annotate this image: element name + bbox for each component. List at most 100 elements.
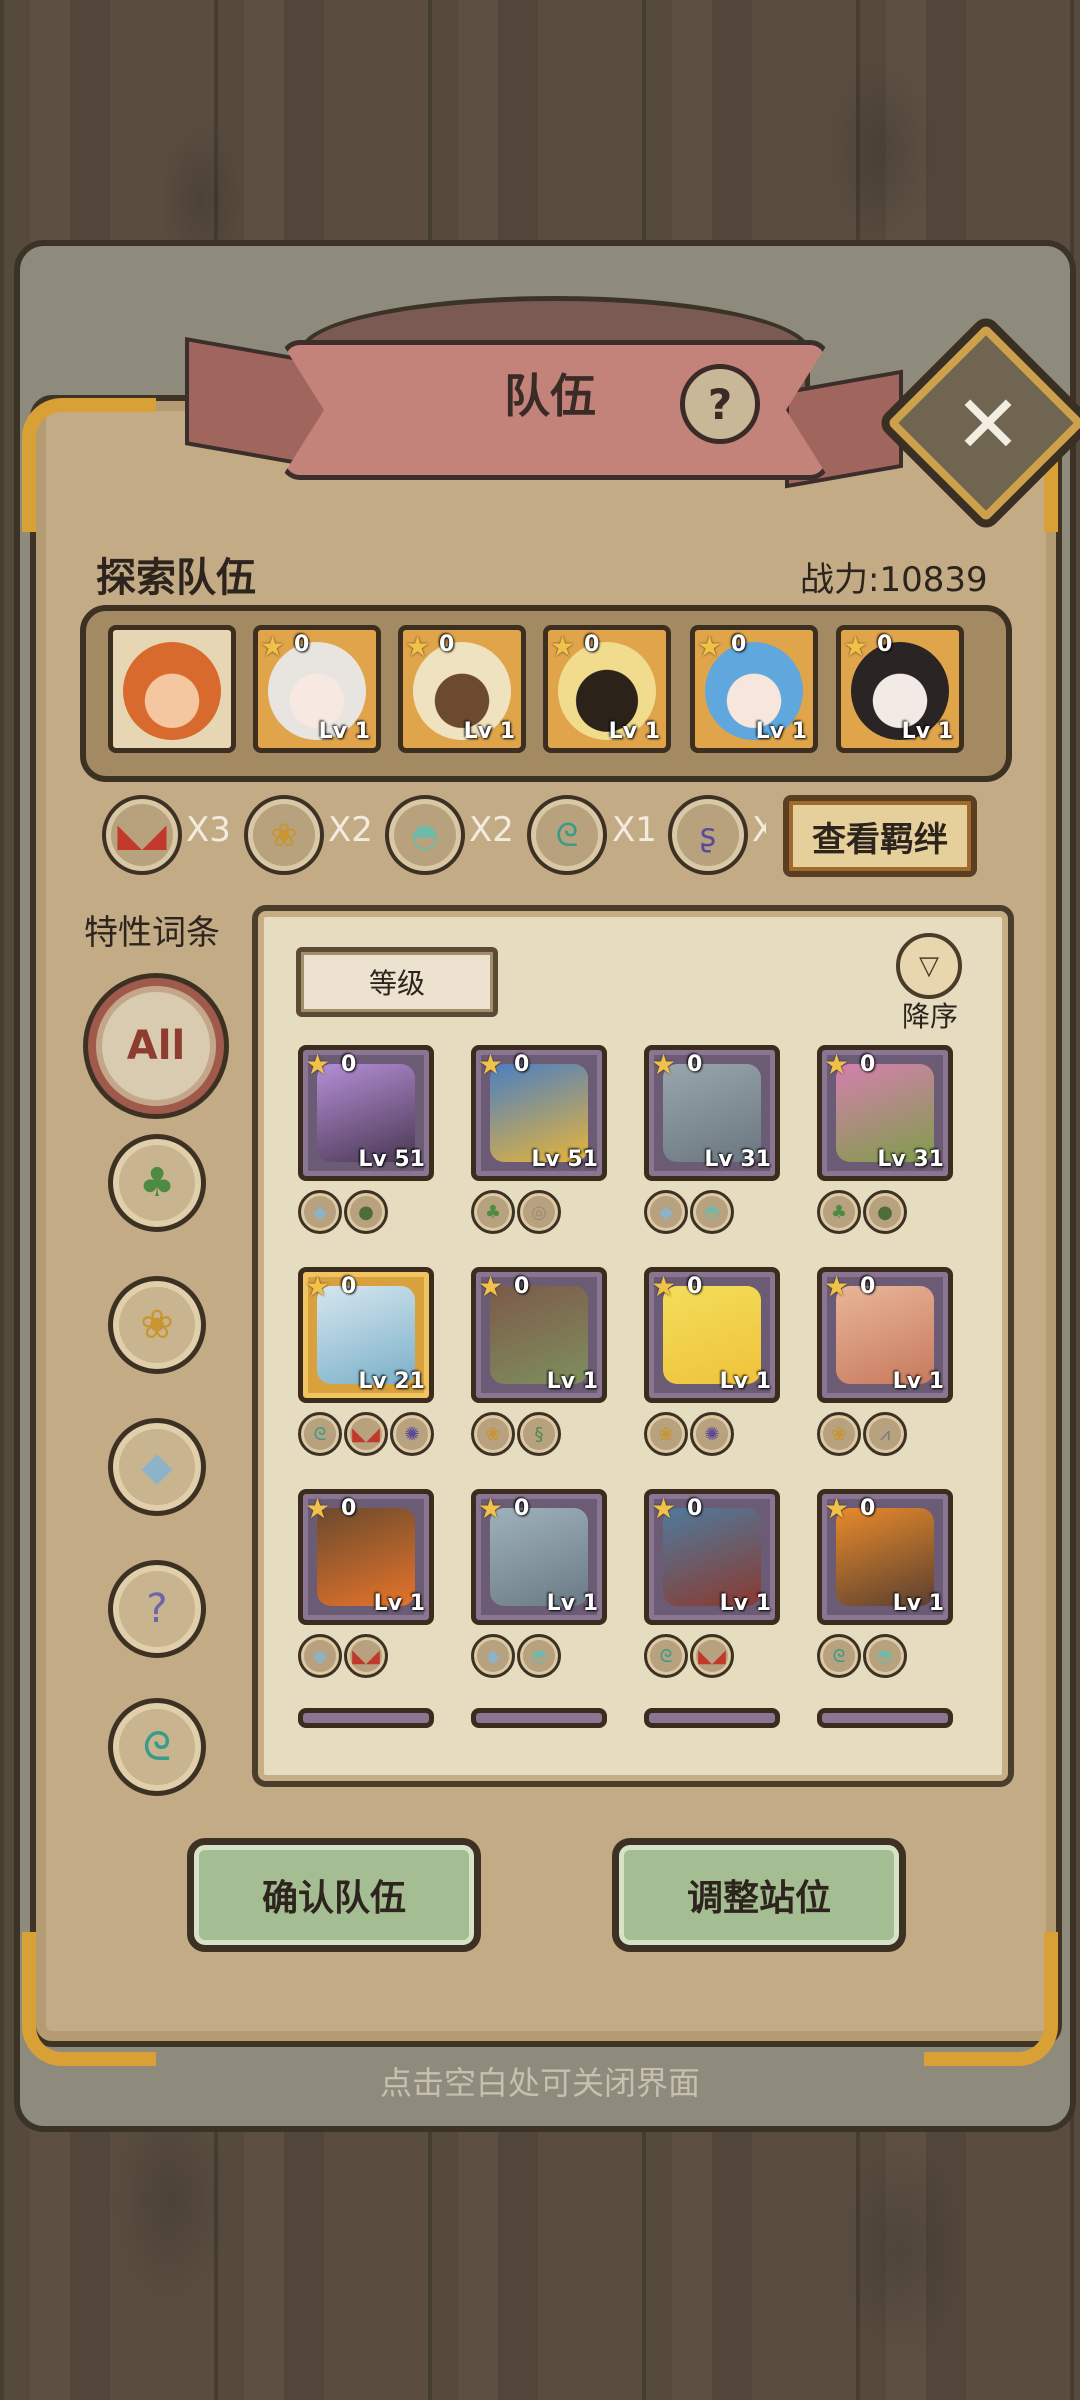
ghost-icon: ◓ [690, 1190, 734, 1234]
filter-beast[interactable]: ❀ [108, 1276, 206, 1374]
frog-icon: ● [344, 1190, 388, 1234]
monster-card[interactable]: ★ 0 Lv 31 [644, 1045, 780, 1181]
sort-by-level-tab[interactable]: 等级 [296, 947, 498, 1017]
monster-card[interactable]: ★ 0 Lv 1 [298, 1489, 434, 1625]
crystal-icon: ◆ [298, 1634, 342, 1678]
monster-card[interactable]: ★ 0 Lv 1 [817, 1489, 953, 1625]
spiral-icon[interactable]: ᘓ [527, 795, 607, 875]
monster-level: Lv 1 [546, 1369, 598, 1394]
dialog-title: 队伍 [504, 369, 596, 423]
red-eyes-icon[interactable]: ◣◢ [102, 795, 182, 875]
monster-count: 0 [341, 1274, 357, 1299]
monster-card[interactable]: ★ 0 Lv 1 [644, 1489, 780, 1625]
star-icon: ★ [697, 630, 723, 663]
ghost-icon[interactable]: ◓ [385, 795, 465, 875]
star-icon: ★ [260, 630, 286, 663]
monster-level: Lv 1 [892, 1369, 944, 1394]
filter-plant[interactable]: ♣ [108, 1134, 206, 1232]
monster-card[interactable]: ★ 0 Lv 1 [817, 1267, 953, 1403]
monster-level: Lv 51 [531, 1147, 598, 1172]
spiral-icon: ᘓ [817, 1634, 861, 1678]
slot-level: Lv 1 [608, 719, 660, 744]
ghost-icon: ◓ [517, 1634, 561, 1678]
monster-card[interactable]: ★ 0 Lv 21 [298, 1267, 434, 1403]
paw-icon[interactable]: ❀ [244, 795, 324, 875]
monster-count: 0 [860, 1496, 876, 1521]
adjust-position-button[interactable]: 调整站位 [612, 1838, 906, 1952]
team-slot[interactable]: ★ 0 Lv 1 [836, 625, 964, 753]
star-icon: ★ [651, 1270, 677, 1303]
close-icon[interactable]: ✕ [948, 385, 1028, 465]
monster-level: Lv 21 [358, 1369, 425, 1394]
leaf-icon: ♣ [471, 1190, 515, 1234]
monster-level: Lv 51 [358, 1147, 425, 1172]
monster-card[interactable]: ★ 0 Lv 51 [298, 1045, 434, 1181]
monster-level: Lv 1 [373, 1591, 425, 1616]
monster-count: 0 [687, 1274, 703, 1299]
star-icon: ★ [824, 1492, 850, 1525]
monster-card-partial[interactable] [817, 1708, 953, 1728]
filter-crystal[interactable]: ◆ [108, 1418, 206, 1516]
monster-card[interactable]: ★ 0 Lv 1 [471, 1267, 607, 1403]
star-icon: ★ [478, 1048, 504, 1081]
slot-level: Lv 1 [463, 719, 515, 744]
slot-level: Lv 1 [318, 719, 370, 744]
question-icon: ? [707, 379, 733, 429]
monster-card[interactable]: ★ 0 Lv 1 [644, 1267, 780, 1403]
triangle-down-icon: ▽ [919, 951, 939, 981]
star-icon: ★ [824, 1270, 850, 1303]
ghost-icon: ◓ [863, 1634, 907, 1678]
frog-icon: ● [863, 1190, 907, 1234]
leaf-icon: ♣ [817, 1190, 861, 1234]
monster-level: Lv 1 [719, 1369, 771, 1394]
star-icon: ★ [405, 630, 431, 663]
star-icon: ★ [550, 630, 576, 663]
leaf-icon: ♣ [139, 1160, 175, 1206]
paw-icon: ❀ [471, 1412, 515, 1456]
confirm-team-button[interactable]: 确认队伍 [187, 1838, 481, 1952]
monster-card[interactable]: ★ 0 Lv 1 [471, 1489, 607, 1625]
gear-icon: ✺ [690, 1412, 734, 1456]
star-icon: ★ [824, 1048, 850, 1081]
crystal-icon: ◆ [471, 1634, 515, 1678]
slot-count: 0 [731, 632, 747, 657]
filter-all[interactable]: All [88, 978, 224, 1114]
close-hint: 点击空白处可关闭界面 [379, 2064, 700, 2102]
red-eyes-icon: ◣◢ [344, 1634, 388, 1678]
monster-card-partial[interactable] [471, 1708, 607, 1728]
help-button[interactable]: ? [680, 364, 760, 444]
monster-level: Lv 31 [704, 1147, 771, 1172]
monster-count: 0 [514, 1496, 530, 1521]
paw-icon: ❀ [644, 1412, 688, 1456]
sort-order-button[interactable]: ▽ [896, 933, 962, 999]
team-slot[interactable]: ★ 0 Lv 1 [253, 625, 381, 753]
spiral-icon: ᘓ [298, 1412, 342, 1456]
team-slot[interactable]: ★ 0 Lv 1 [398, 625, 526, 753]
star-icon: ★ [305, 1048, 331, 1081]
snake-icon: § [517, 1412, 561, 1456]
monster-card-partial[interactable] [298, 1708, 434, 1728]
crystal-icon: ◆ [298, 1190, 342, 1234]
monster-card[interactable]: ★ 0 Lv 31 [817, 1045, 953, 1181]
filter-spiral[interactable]: ᘓ [108, 1698, 206, 1796]
team-slot[interactable]: ★ 0 Lv 1 [543, 625, 671, 753]
filter-unknown[interactable]: ? [108, 1560, 206, 1658]
star-icon: ★ [478, 1270, 504, 1303]
monster-count: 0 [687, 1052, 703, 1077]
team-slot[interactable]: ★ 0 Lv 1 [690, 625, 818, 753]
team-slot-leader[interactable] [108, 625, 236, 753]
bond-count: X1 [612, 810, 657, 850]
purple-rune-icon[interactable]: ʂ [668, 795, 748, 875]
monster-count: 0 [341, 1496, 357, 1521]
all-badge: All [126, 1023, 186, 1069]
paw-icon: ❀ [140, 1302, 174, 1348]
crystal-icon: ◆ [141, 1444, 173, 1490]
star-icon: ★ [305, 1270, 331, 1303]
bond-count: X3 [186, 810, 231, 850]
monster-card[interactable]: ★ 0 Lv 51 [471, 1045, 607, 1181]
star-icon: ★ [843, 630, 869, 663]
monster-count: 0 [341, 1052, 357, 1077]
monster-level: Lv 1 [719, 1591, 771, 1616]
monster-card-partial[interactable] [644, 1708, 780, 1728]
view-bonds-button[interactable]: 查看羁绊 [783, 795, 977, 877]
